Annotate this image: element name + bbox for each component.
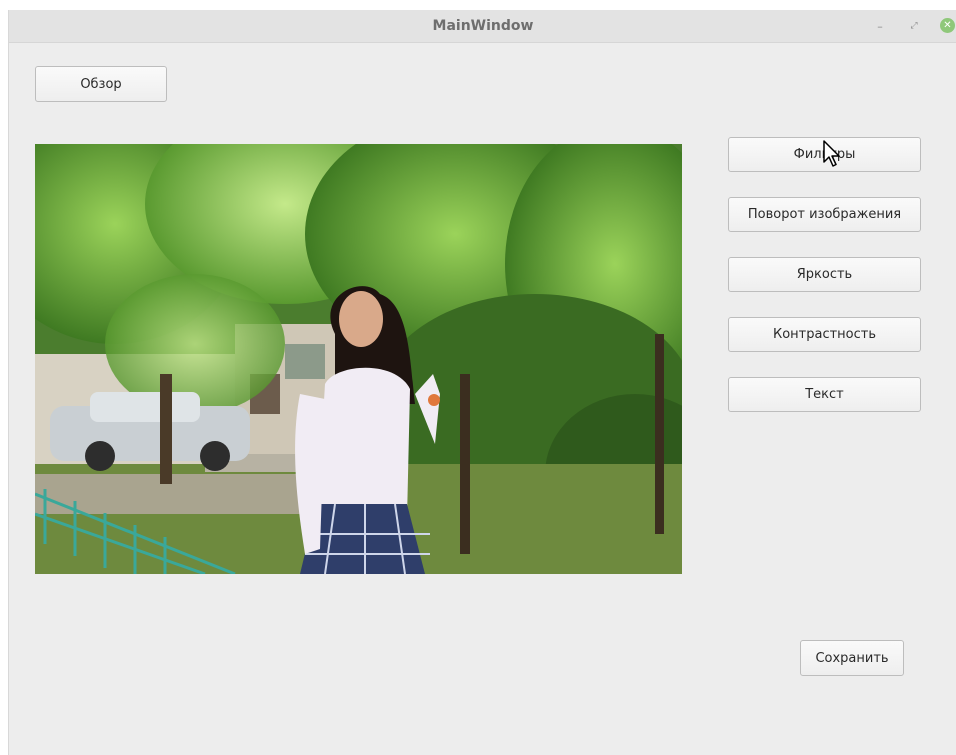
maximize-icon[interactable]: ⤢ [906, 18, 922, 34]
close-icon[interactable]: ✕ [940, 18, 955, 33]
brightness-button[interactable]: Яркость [728, 257, 921, 292]
save-button[interactable]: Сохранить [800, 640, 904, 676]
title-bar[interactable]: MainWindow – ⤢ ✕ [9, 10, 956, 43]
image-preview [35, 144, 682, 574]
contrast-button[interactable]: Контрастность [728, 317, 921, 352]
minimize-icon[interactable]: – [872, 18, 888, 34]
rotate-image-button[interactable]: Поворот изображения [728, 197, 921, 232]
main-window: MainWindow – ⤢ ✕ Обзор Поворот изображен… [8, 10, 956, 755]
browse-button[interactable]: Обзор [35, 66, 167, 102]
window-title: MainWindow [432, 18, 534, 34]
mouse-cursor-icon [823, 140, 840, 167]
text-button[interactable]: Текст [728, 377, 921, 412]
photo-girl-in-park-icon [35, 144, 682, 574]
